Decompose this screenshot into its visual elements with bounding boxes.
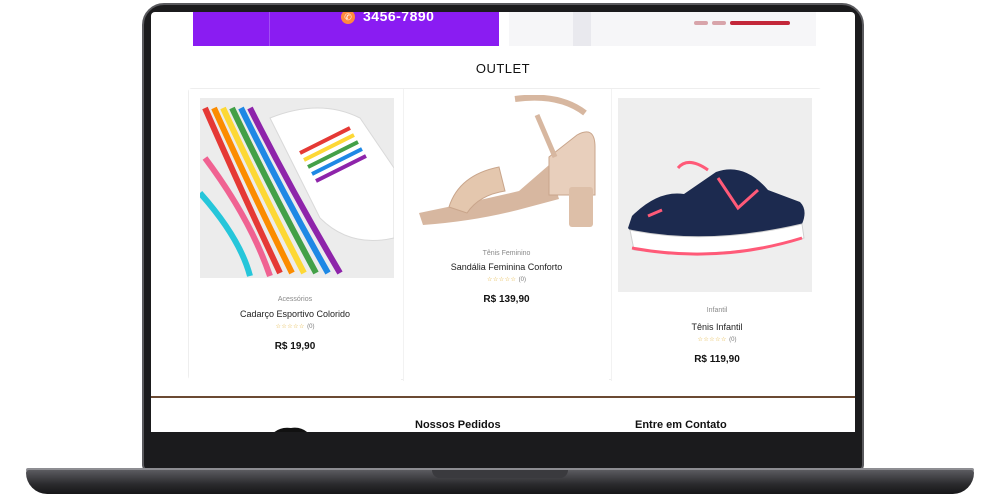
product-card[interactable]: Acessórios Cadarço Esportivo Colorido ☆☆… bbox=[189, 89, 401, 381]
product-name[interactable]: Tênis Infantil bbox=[612, 322, 822, 332]
star-icons: ☆☆☆☆☆ bbox=[697, 337, 727, 343]
product-category[interactable]: Infantil bbox=[612, 307, 822, 314]
section-title: OUTLET bbox=[475, 61, 531, 76]
rating-count: (0) bbox=[307, 324, 315, 330]
carousel-dot[interactable] bbox=[712, 21, 726, 25]
product-category[interactable]: Acessórios bbox=[189, 296, 401, 303]
phone-icon: ✆ bbox=[341, 12, 355, 24]
brand-logo-icon[interactable] bbox=[267, 424, 313, 432]
nude-sandal-image[interactable] bbox=[409, 95, 603, 231]
product-category[interactable]: Tênis Feminino bbox=[404, 250, 609, 257]
banner-divider bbox=[269, 12, 270, 46]
footer-orders-heading: Nossos Pedidos bbox=[415, 419, 501, 431]
rating-count: (0) bbox=[729, 337, 737, 343]
laptop-screen: ✆ 3456-7890 OUTLET Acessórios Cadarço Es… bbox=[151, 12, 855, 432]
rating-stars: ☆☆☆☆☆ (0) bbox=[404, 276, 609, 283]
navy-sneaker-image[interactable] bbox=[618, 98, 812, 292]
footer-divider bbox=[151, 396, 855, 398]
star-icons: ☆☆☆☆☆ bbox=[275, 324, 305, 330]
promo-banner[interactable]: ✆ 3456-7890 bbox=[193, 12, 499, 46]
product-price: R$ 19,90 bbox=[274, 341, 316, 352]
product-name[interactable]: Sandália Feminina Conforto bbox=[404, 262, 609, 272]
product-price: R$ 119,90 bbox=[694, 354, 740, 365]
carousel-banner[interactable] bbox=[509, 12, 816, 46]
mockup-stage: ✆ 3456-7890 OUTLET Acessórios Cadarço Es… bbox=[0, 0, 1000, 500]
rating-stars: ☆☆☆☆☆ (0) bbox=[612, 336, 822, 343]
rating-stars: ☆☆☆☆☆ (0) bbox=[189, 323, 401, 330]
laptop-notch bbox=[432, 470, 568, 478]
product-price: R$ 139,90 bbox=[483, 294, 530, 305]
star-icons: ☆☆☆☆☆ bbox=[487, 277, 517, 283]
carousel-image-fragment bbox=[573, 12, 591, 46]
carousel-pagination bbox=[694, 21, 790, 25]
product-card[interactable]: Infantil Tênis Infantil ☆☆☆☆☆ (0) R$ 119… bbox=[611, 89, 822, 381]
product-grid: Acessórios Cadarço Esportivo Colorido ☆☆… bbox=[188, 88, 822, 381]
footer-contact-heading: Entre em Contato bbox=[635, 419, 727, 431]
rating-count: (0) bbox=[518, 277, 526, 283]
carousel-dot-active[interactable] bbox=[730, 21, 790, 25]
rainbow-laces-image[interactable] bbox=[200, 98, 394, 278]
product-name[interactable]: Cadarço Esportivo Colorido bbox=[189, 309, 401, 319]
carousel-dot[interactable] bbox=[694, 21, 708, 25]
product-card[interactable]: Tênis Feminino Sandália Feminina Confort… bbox=[403, 89, 609, 381]
phone-number[interactable]: 3456-7890 bbox=[363, 12, 434, 24]
